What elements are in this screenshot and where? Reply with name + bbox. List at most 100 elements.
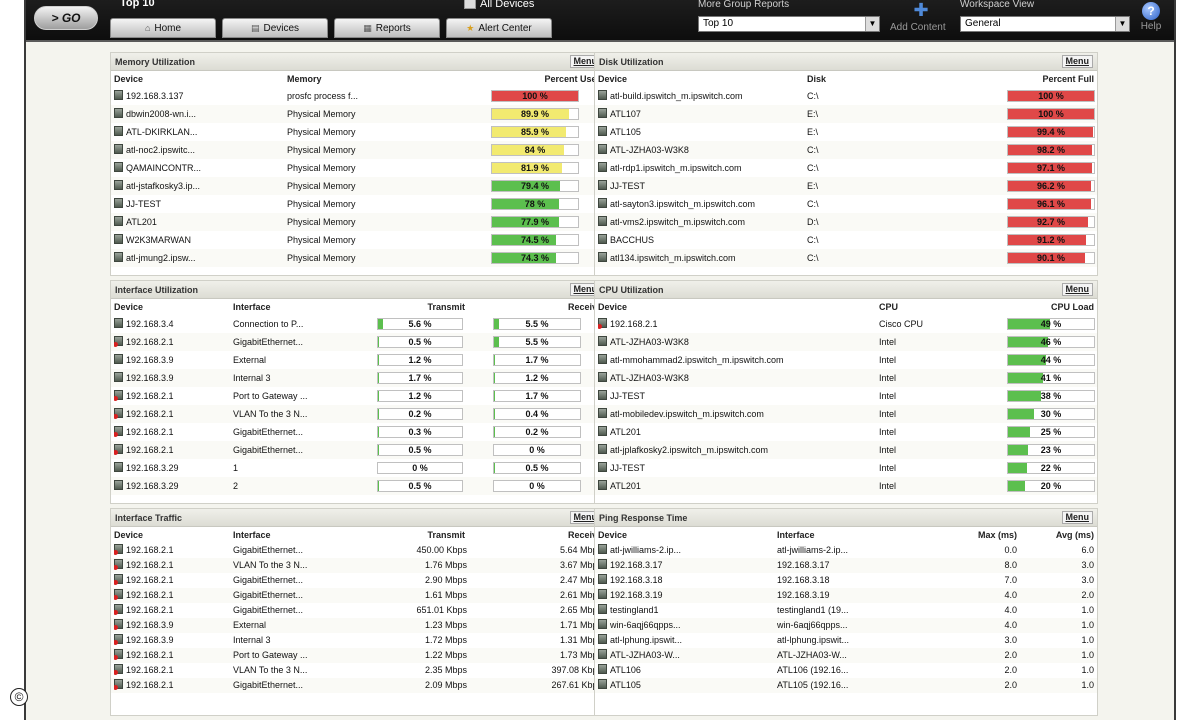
device-name[interactable]: ATL201: [598, 423, 868, 441]
device-name[interactable]: atl-sayton3.ipswitch_m.ipswitch.com: [598, 195, 802, 213]
tab-alert-center[interactable]: ★ Alert Center: [446, 18, 552, 38]
device-name[interactable]: 192.168.2.1: [598, 315, 868, 333]
device-name[interactable]: atl-mobiledev.ipswitch_m.ipswitch.com: [598, 405, 868, 423]
device-name[interactable]: win-6aqj66qpps...: [598, 618, 774, 633]
device-name[interactable]: 192.168.3.4: [114, 315, 228, 333]
bar-value: 90.1 %: [1036, 253, 1066, 263]
transmit-bar: 0.3 %: [377, 426, 463, 438]
device-name[interactable]: 192.168.2.1: [114, 405, 228, 423]
device-name[interactable]: 192.168.3.19: [598, 588, 774, 603]
device-icon: [598, 426, 607, 436]
device-name[interactable]: 192.168.2.1: [114, 588, 228, 603]
panel-menu-button[interactable]: Menu: [1061, 55, 1093, 68]
device-label: 192.168.2.1: [126, 445, 174, 455]
device-name[interactable]: ATL-DKIRKLAN...: [114, 123, 282, 141]
device-name[interactable]: atl-jmung2.ipsw...: [114, 249, 282, 267]
device-name[interactable]: 192.168.3.18: [598, 573, 774, 588]
col-cpu: CPU: [879, 302, 899, 312]
help-icon: ?: [1142, 2, 1160, 20]
device-name[interactable]: 192.168.2.1: [114, 558, 228, 573]
device-name[interactable]: 192.168.2.1: [114, 423, 228, 441]
device-name[interactable]: atl-mmohammad2.ipswitch_m.ipswitch.com: [598, 351, 868, 369]
device-name[interactable]: 192.168.2.1: [114, 663, 228, 678]
go-button[interactable]: > GO: [34, 6, 98, 30]
group-reports-select[interactable]: Top 10 ▼: [698, 16, 880, 32]
device-name[interactable]: 192.168.2.1: [114, 543, 228, 558]
all-devices-link[interactable]: All Devices: [464, 0, 534, 10]
col-memory: Memory: [287, 74, 322, 84]
device-name[interactable]: ATL105: [598, 678, 774, 693]
device-name[interactable]: 192.168.3.29: [114, 477, 228, 495]
tab-home[interactable]: ⌂ Home: [110, 18, 216, 38]
device-name[interactable]: 192.168.2.1: [114, 603, 228, 618]
device-name[interactable]: atl-noc2.ipswitc...: [114, 141, 282, 159]
bar-value: 0 %: [529, 445, 545, 455]
group-reports-value: Top 10: [703, 18, 734, 29]
workspace-view-select[interactable]: General ▼: [960, 16, 1130, 32]
tab-reports[interactable]: ▦ Reports: [334, 18, 440, 38]
device-name[interactable]: 192.168.2.1: [114, 441, 228, 459]
device-name[interactable]: 192.168.3.9: [114, 633, 228, 648]
device-icon: [114, 408, 123, 419]
table-row: 192.168.3.9 External 1.23 Mbps 1.71 Mbps: [111, 618, 605, 633]
device-name[interactable]: 192.168.3.29: [114, 459, 228, 477]
device-name[interactable]: atl-jplafkosky2.ipswitch_m.ipswitch.com: [598, 441, 868, 459]
device-icon: [114, 559, 123, 570]
ping-response-time-panel: Ping Response Time Menu Device Interface …: [594, 508, 1098, 716]
device-name[interactable]: atl134.ipswitch_m.ipswitch.com: [598, 249, 802, 267]
table-row: dbwin2008-wn.i... Physical Memory 89.9 %: [111, 105, 605, 123]
help-button[interactable]: ? Help: [1136, 2, 1166, 32]
device-name[interactable]: 192.168.2.1: [114, 678, 228, 693]
device-name[interactable]: ATL201: [598, 477, 868, 495]
bar-value: 91.2 %: [1036, 235, 1066, 245]
device-name[interactable]: atl-jwilliams-2.ip...: [598, 543, 774, 558]
device-name[interactable]: atl-jstafkosky3.ip...: [114, 177, 282, 195]
device-name[interactable]: testingland1: [598, 603, 774, 618]
tab-devices[interactable]: ▤ Devices: [222, 18, 328, 38]
device-name[interactable]: QAMAINCONTR...: [114, 159, 282, 177]
device-name[interactable]: atl-build.ipswitch_m.ipswitch.com: [598, 87, 802, 105]
cpu-name: Cisco CPU: [879, 319, 924, 329]
table-row: QAMAINCONTR... Physical Memory 81.9 %: [111, 159, 605, 177]
device-name[interactable]: JJ-TEST: [598, 459, 868, 477]
device-name[interactable]: 192.168.3.9: [114, 618, 228, 633]
device-name[interactable]: JJ-TEST: [114, 195, 282, 213]
device-label: 192.168.2.1: [126, 590, 174, 600]
device-name[interactable]: 192.168.3.137: [114, 87, 282, 105]
device-name[interactable]: BACCHUS: [598, 231, 802, 249]
interface-traffic-panel: Interface Traffic Menu Device Interface T…: [110, 508, 606, 716]
device-name[interactable]: atl-vms2.ipswitch_m.ipswitch.com: [598, 213, 802, 231]
device-name[interactable]: 192.168.2.1: [114, 333, 228, 351]
device-name[interactable]: ATL105: [598, 123, 802, 141]
device-name[interactable]: 192.168.2.1: [114, 573, 228, 588]
add-content-button[interactable]: ✚ Add Content: [886, 0, 956, 33]
table-row: atl-build.ipswitch_m.ipswitch.com C:\ 100 …: [595, 87, 1097, 105]
device-name[interactable]: W2K3MARWAN: [114, 231, 282, 249]
device-name[interactable]: ATL201: [114, 213, 282, 231]
panel-menu-button[interactable]: Menu: [1061, 283, 1093, 296]
device-name[interactable]: ATL106: [598, 663, 774, 678]
group-reports-label: More Group Reports: [698, 0, 790, 10]
device-name[interactable]: ATL-JZHA03-W3K8: [598, 141, 802, 159]
device-name[interactable]: ATL-JZHA03-W3K8: [598, 333, 868, 351]
device-name[interactable]: 192.168.3.9: [114, 369, 228, 387]
device-icon: [598, 589, 607, 599]
device-name[interactable]: ATL-JZHA03-W...: [598, 648, 774, 663]
panel-menu-button[interactable]: Menu: [1061, 511, 1093, 524]
device-name[interactable]: JJ-TEST: [598, 387, 868, 405]
device-name[interactable]: 192.168.2.1: [114, 648, 228, 663]
device-name[interactable]: JJ-TEST: [598, 177, 802, 195]
col-disk: Disk: [807, 74, 827, 84]
device-name[interactable]: 192.168.3.17: [598, 558, 774, 573]
table-row: 192.168.2.1 VLAN To the 3 N... 1.76 Mbps 3.…: [111, 558, 605, 573]
device-name[interactable]: ATL-JZHA03-W3K8: [598, 369, 868, 387]
device-name[interactable]: ATL107: [598, 105, 802, 123]
table-row: ATL201 Intel 25 %: [595, 423, 1097, 441]
device-name[interactable]: atl-rdp1.ipswitch_m.ipswitch.com: [598, 159, 802, 177]
device-name[interactable]: 192.168.2.1: [114, 387, 228, 405]
device-name[interactable]: 192.168.3.9: [114, 351, 228, 369]
interface-name: ATL-JZHA03-W...: [777, 650, 847, 660]
device-name[interactable]: dbwin2008-wn.i...: [114, 105, 282, 123]
device-name[interactable]: atl-lphung.ipswit...: [598, 633, 774, 648]
device-label: QAMAINCONTR...: [126, 163, 202, 173]
